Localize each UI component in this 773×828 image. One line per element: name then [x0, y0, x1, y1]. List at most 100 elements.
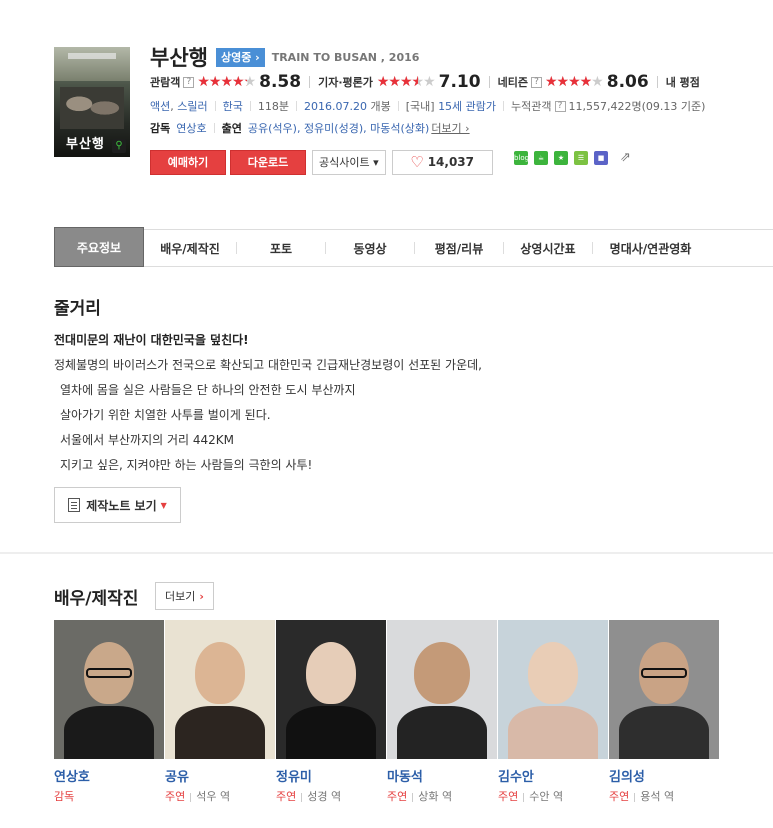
person-name[interactable]: 김수안 [498, 766, 609, 785]
production-note-label: 제작노트 보기 [86, 498, 157, 513]
star-share-icon[interactable]: ★ [554, 150, 568, 165]
tab-main-info[interactable]: 주요정보 [54, 227, 144, 267]
rating-divider [309, 76, 311, 88]
photo-body [286, 706, 376, 759]
help-icon[interactable]: ? [530, 76, 542, 88]
tab-video[interactable]: 동영상 [326, 229, 414, 267]
magnify-icon[interactable]: ⚲ [112, 139, 126, 153]
credits-row: 감독 연상호 출연 공유(석우), 정유미(성경), 마동석(상화) 더보기 › [150, 120, 470, 136]
photo-body [175, 706, 265, 759]
grade-link[interactable]: 15세 관람가 [438, 98, 496, 114]
tab-quotes-related[interactable]: 명대사/연관영화 [593, 229, 708, 267]
release-date-link[interactable]: 2016.07.20 [304, 100, 367, 113]
person-role: 주연 수안 역 [498, 788, 609, 804]
help-icon[interactable]: ? [183, 76, 195, 88]
document-icon [68, 498, 81, 512]
critic-score: 7.10 [438, 72, 481, 92]
cast-more-button[interactable]: 더보기 › [155, 582, 214, 610]
cast-card[interactable]: 김수안 주연 수안 역 [498, 620, 609, 804]
role-divider [301, 792, 303, 802]
person-photo[interactable] [276, 620, 386, 759]
role-divider [412, 792, 414, 802]
person-name[interactable]: 연상호 [54, 766, 165, 785]
cast-card[interactable]: 공유 주연 석우 역 [165, 620, 276, 804]
netizen-rating-label: 네티즌 [497, 76, 528, 89]
info-divider [397, 101, 399, 111]
person-role: 주연 성경 역 [276, 788, 387, 804]
photo-head [306, 642, 356, 704]
cast-card[interactable]: 마동석 주연 상화 역 [387, 620, 498, 804]
photo-body [508, 706, 598, 759]
genre-link-thriller[interactable]: 스릴러 [177, 98, 207, 114]
help-icon[interactable]: ? [554, 100, 566, 112]
cafe-share-icon[interactable]: ☕ [534, 150, 548, 165]
cast-link-madongseok[interactable]: 마동석(상화) [370, 120, 429, 136]
tab-cast[interactable]: 배우/제작진 [144, 229, 236, 267]
person-photo[interactable] [498, 620, 608, 759]
person-name[interactable]: 마동석 [387, 766, 498, 785]
synopsis-line: 열차에 몸을 실은 사람들은 단 하나의 안전한 도시 부산까지 [60, 383, 356, 397]
cast-card[interactable]: 연상호 감독 [54, 620, 165, 804]
role-type: 주연 [387, 790, 408, 803]
credits-more-link[interactable]: 더보기 › [431, 120, 469, 136]
role-type: 주연 [165, 790, 186, 803]
download-button[interactable]: 다운로드 [230, 149, 306, 175]
person-role: 주연 용석 역 [609, 788, 720, 804]
person-photo[interactable] [165, 620, 275, 759]
role-character: 석우 역 [196, 790, 231, 803]
netizen-stars: ★★★★★★★★★★ [544, 74, 604, 90]
official-site-button[interactable]: 공식사이트 ▾ [312, 149, 386, 175]
audience-count: 11,557,422명(09.13 기준) [568, 100, 706, 113]
photo-body [397, 706, 487, 759]
synopsis-lead: 전대미문의 재난이 대한민국을 덮친다! [54, 333, 249, 347]
person-role: 감독 [54, 788, 165, 804]
my-rating-label[interactable]: 내 평점 [666, 74, 700, 90]
cast-card[interactable]: 김의성 주연 용석 역 [609, 620, 720, 804]
tab-bar: 주요정보 배우/제작진 포토 동영상 평점/리뷰 상영시간표 명대사/연관영화 [54, 227, 773, 267]
like-button[interactable]: ♡ 14,037 [391, 149, 493, 175]
person-name[interactable]: 김의성 [609, 766, 720, 785]
photo-head [414, 642, 470, 704]
photo-glasses [641, 668, 687, 678]
audience-stars: ★★★★★★★★★★ [197, 74, 256, 90]
poster-title: 부산행 [66, 137, 105, 152]
production-note-button[interactable]: 제작노트 보기 ▼ [54, 487, 181, 523]
person-photo[interactable] [54, 620, 164, 759]
tab-showtimes[interactable]: 상영시간표 [504, 229, 592, 267]
cast-card[interactable]: 정유미 주연 성경 역 [276, 620, 387, 804]
synopsis-line: 정체불명의 바이러스가 전국으로 확산되고 대한민국 긴급재난경보령이 선포된 … [54, 358, 482, 372]
tab-reviews[interactable]: 평점/리뷰 [415, 229, 503, 267]
reserve-button[interactable]: 예매하기 [150, 149, 226, 175]
person-name[interactable]: 공유 [165, 766, 276, 785]
cast-link-gongyoo[interactable]: 공유(석우), [248, 120, 301, 136]
comma: , [170, 99, 178, 113]
synopsis-title: 줄거리 [54, 299, 101, 319]
status-badge[interactable]: 상영중 › [215, 47, 265, 67]
movie-poster[interactable]: 부산행 ⚲ [54, 47, 130, 157]
director-link[interactable]: 연상호 [176, 120, 206, 136]
share-open-icon[interactable]: ⇗ [620, 150, 631, 165]
heart-icon: ♡ [410, 153, 424, 171]
cast-more-label: 더보기 [165, 590, 196, 603]
role-character: 상화 역 [418, 790, 453, 803]
info-divider [249, 101, 251, 111]
memo-share-icon[interactable]: ■ [594, 150, 608, 165]
info-divider [214, 101, 216, 111]
band-share-icon[interactable]: ☰ [574, 150, 588, 165]
audience-count-label: 누적관객 [511, 100, 552, 113]
tab-photo[interactable]: 포토 [237, 229, 325, 267]
person-name[interactable]: 정유미 [276, 766, 387, 785]
genre-link-action[interactable]: 액션 [150, 98, 170, 114]
info-divider [503, 101, 505, 111]
movie-title[interactable]: 부산행 [150, 42, 208, 72]
role-type: 감독 [54, 790, 75, 803]
chevron-right-icon: › [199, 589, 204, 603]
country-link[interactable]: 한국 [223, 98, 243, 114]
person-photo[interactable] [609, 620, 719, 759]
person-photo[interactable] [387, 620, 497, 759]
cast-link-jungyumi[interactable]: 정유미(성경), [304, 120, 367, 136]
netizen-stars-fill: ★★★★★ [544, 74, 592, 90]
role-type: 주연 [609, 790, 630, 803]
audience-score: 8.58 [259, 72, 302, 92]
blog-share-icon[interactable]: blog [514, 150, 529, 165]
